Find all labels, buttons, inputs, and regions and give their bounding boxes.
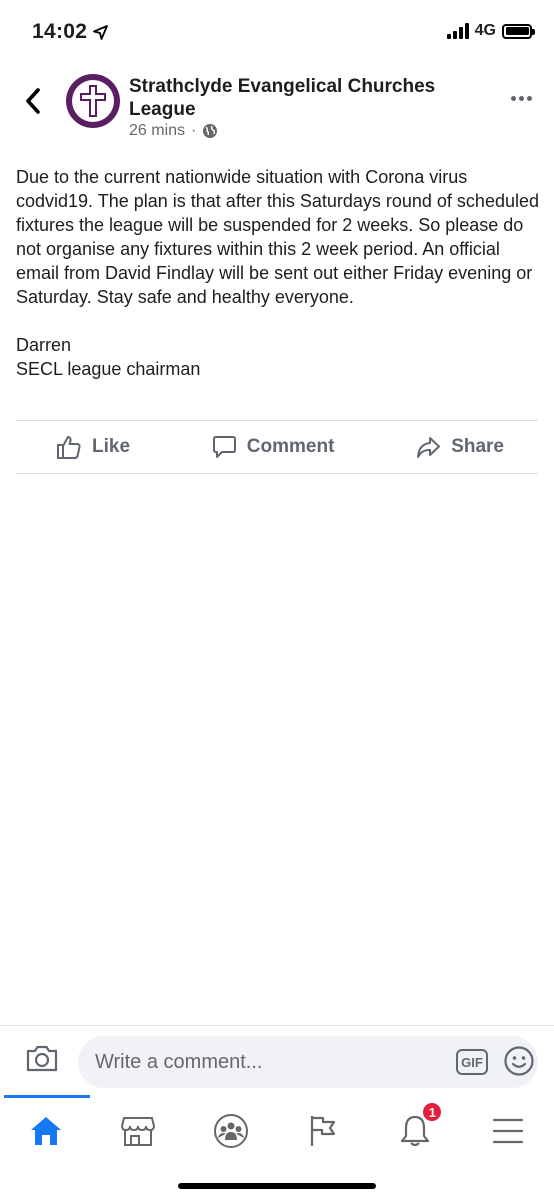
post-header: Strathclyde Evangelical Churches League … xyxy=(0,66,554,146)
emoji-button[interactable] xyxy=(503,1045,535,1082)
status-time: 14:02 xyxy=(32,20,109,44)
post-signature: Darren SECL league chairman xyxy=(16,335,201,379)
location-arrow-icon xyxy=(93,24,109,40)
status-bar: 14:02 4G xyxy=(0,0,554,66)
share-arrow-icon xyxy=(417,436,441,458)
comment-placeholder: Write a comment... xyxy=(95,1050,263,1073)
groups-icon xyxy=(213,1114,248,1148)
like-label: Like xyxy=(92,436,131,457)
chevron-left-icon xyxy=(26,88,40,114)
camera-button[interactable] xyxy=(25,1043,59,1078)
comment-button[interactable]: Comment xyxy=(212,435,335,460)
more-options-icon[interactable] xyxy=(511,96,532,101)
cross-logo-icon xyxy=(80,85,106,117)
smiley-icon xyxy=(504,1046,534,1076)
flag-icon xyxy=(311,1116,336,1146)
gif-button[interactable]: GIF xyxy=(456,1049,488,1075)
post-body: Due to the current nationwide situation … xyxy=(16,165,541,405)
network-type: 4G xyxy=(474,22,496,39)
share-label: Share xyxy=(451,436,504,457)
like-button[interactable]: Like xyxy=(56,434,130,460)
meta-separator: · xyxy=(191,122,197,139)
comment-label: Comment xyxy=(246,436,335,457)
clock-text: 14:02 xyxy=(32,20,88,43)
gif-label: GIF xyxy=(461,1054,483,1070)
comment-bubble-icon xyxy=(212,435,236,458)
post-text-paragraph: Due to the current nationwide situation … xyxy=(16,167,539,307)
camera-icon xyxy=(26,1045,58,1072)
home-icon xyxy=(31,1117,62,1145)
share-button[interactable]: Share xyxy=(416,436,504,459)
tab-home[interactable] xyxy=(0,1095,92,1165)
battery-icon xyxy=(502,23,535,39)
tab-notifications[interactable]: 1 xyxy=(369,1095,461,1165)
marketplace-shop-icon xyxy=(121,1117,156,1146)
back-button[interactable] xyxy=(18,84,48,118)
tab-groups[interactable] xyxy=(185,1095,277,1165)
tab-marketplace[interactable] xyxy=(92,1095,184,1165)
globe-icon xyxy=(203,124,218,138)
bottom-tab-bar: 1 xyxy=(0,1095,554,1165)
signal-strength-icon xyxy=(446,23,469,39)
status-indicators: 4G xyxy=(446,22,535,40)
hamburger-menu-icon xyxy=(492,1118,523,1144)
page-avatar[interactable] xyxy=(66,74,120,128)
post-actions: Like Comment Share xyxy=(16,420,538,474)
thumbs-up-icon xyxy=(57,436,81,459)
tab-menu[interactable] xyxy=(462,1095,554,1165)
home-indicator[interactable] xyxy=(178,1183,376,1189)
tab-pages[interactable] xyxy=(277,1095,369,1165)
comment-composer: Write a comment... GIF xyxy=(0,1025,554,1095)
post-timestamp[interactable]: 26 mins xyxy=(129,122,185,140)
notification-badge: 1 xyxy=(421,1101,444,1123)
page-name[interactable]: Strathclyde Evangelical Churches League xyxy=(129,75,459,121)
post-meta: 26 mins · xyxy=(129,122,218,140)
